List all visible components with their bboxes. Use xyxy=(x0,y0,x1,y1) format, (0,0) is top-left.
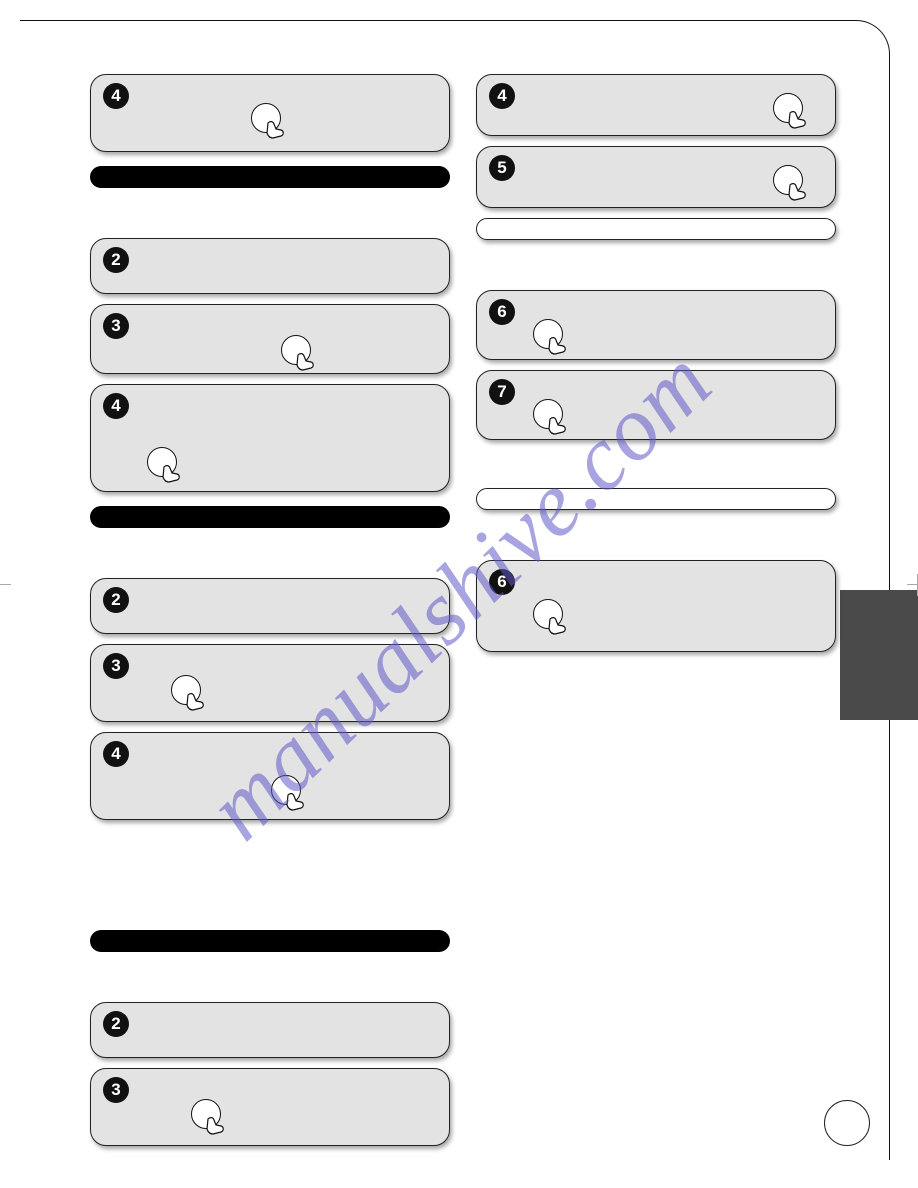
press-button-icon xyxy=(191,1099,221,1129)
left-column: 4 2 3 4 2 3 4 2 3 xyxy=(90,74,450,1156)
press-button-icon xyxy=(171,675,201,705)
step-number-badge: 3 xyxy=(103,653,129,679)
spacer xyxy=(90,830,450,926)
section-heading-bar xyxy=(90,166,450,188)
spacer xyxy=(90,200,450,238)
step-box: 2 xyxy=(90,1002,450,1058)
step-box: 6 xyxy=(476,560,836,652)
press-button-icon xyxy=(533,319,563,349)
side-tab xyxy=(840,590,918,720)
step-box: 5 xyxy=(476,146,836,208)
section-note-bar xyxy=(476,488,836,510)
press-button-icon xyxy=(533,399,563,429)
step-box: 4 xyxy=(90,732,450,820)
step-number-badge: 3 xyxy=(103,313,129,339)
press-button-icon xyxy=(147,447,177,477)
step-number-badge: 6 xyxy=(489,299,515,325)
step-box: 2 xyxy=(90,578,450,634)
step-number-badge: 6 xyxy=(489,569,515,595)
step-box: 3 xyxy=(90,1068,450,1146)
step-number-badge: 3 xyxy=(103,1077,129,1103)
spacer xyxy=(90,964,450,1002)
spacer xyxy=(476,450,836,488)
step-number-badge: 4 xyxy=(489,83,515,109)
crop-mark-left xyxy=(0,574,11,596)
spacer xyxy=(90,540,450,578)
section-heading-bar xyxy=(90,506,450,528)
step-box: 3 xyxy=(90,644,450,722)
right-column: 4 5 6 7 6 xyxy=(476,74,836,1156)
step-box: 4 xyxy=(90,384,450,492)
step-number-badge: 4 xyxy=(103,83,129,109)
step-box: 7 xyxy=(476,370,836,440)
section-heading-bar xyxy=(90,930,450,952)
press-button-icon xyxy=(271,775,301,805)
spacer xyxy=(476,522,836,560)
step-number-badge: 2 xyxy=(103,1011,129,1037)
step-number-badge: 7 xyxy=(489,379,515,405)
step-box: 6 xyxy=(476,290,836,360)
step-box: 4 xyxy=(90,74,450,152)
step-box: 3 xyxy=(90,304,450,374)
crop-mark-right xyxy=(907,574,918,596)
press-button-icon xyxy=(773,93,803,123)
step-number-badge: 5 xyxy=(489,155,515,181)
press-button-icon xyxy=(533,599,563,629)
spacer xyxy=(476,252,836,290)
press-button-icon xyxy=(251,103,281,133)
section-note-bar xyxy=(476,218,836,240)
step-number-badge: 2 xyxy=(103,247,129,273)
step-number-badge: 2 xyxy=(103,587,129,613)
press-button-icon xyxy=(773,165,803,195)
press-button-icon xyxy=(281,335,311,365)
step-number-badge: 4 xyxy=(103,741,129,767)
step-number-badge: 4 xyxy=(103,393,129,419)
step-box: 4 xyxy=(476,74,836,136)
step-box: 2 xyxy=(90,238,450,294)
content: 4 2 3 4 2 3 4 2 3 4 5 6 7 6 xyxy=(90,74,850,1156)
